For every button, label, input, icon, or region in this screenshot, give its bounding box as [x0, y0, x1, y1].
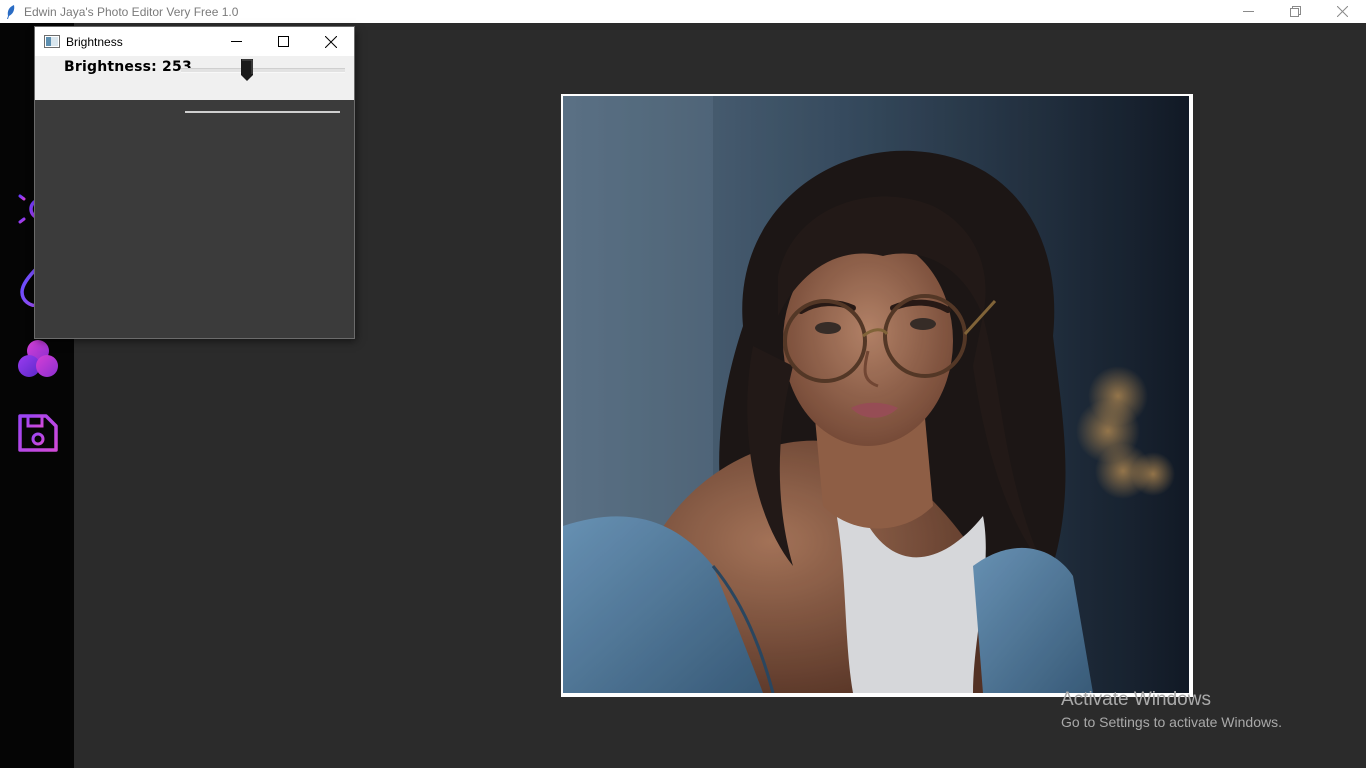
portrait-photo: [563, 96, 1189, 693]
window-icon: [44, 35, 60, 48]
feather-icon: [7, 4, 15, 19]
close-button[interactable]: [1319, 0, 1366, 23]
restore-icon: [1290, 6, 1301, 17]
maximize-icon: [278, 36, 289, 47]
window-controls: [1225, 0, 1366, 23]
color-circles-icon[interactable]: [14, 335, 60, 381]
restore-button[interactable]: [1272, 0, 1319, 23]
brightness-label: Brightness: 253: [64, 59, 192, 75]
app-titlebar: Edwin Jaya's Photo Editor Very Free 1.0: [0, 0, 1366, 23]
edited-photo: [563, 96, 1189, 693]
dialog-controls: [213, 27, 354, 56]
slider-thumb[interactable]: [240, 59, 253, 81]
close-icon: [1337, 6, 1348, 17]
minimize-button[interactable]: [1225, 0, 1272, 23]
brightness-dialog: Brightness Brightness: 253: [35, 27, 354, 338]
app-title: Edwin Jaya's Photo Editor Very Free 1.0: [24, 4, 239, 19]
dialog-titlebar[interactable]: Brightness: [35, 27, 354, 56]
dialog-maximize-button[interactable]: [260, 27, 307, 56]
watermark-subtitle: Go to Settings to activate Windows.: [1061, 714, 1282, 730]
dialog-title: Brightness: [66, 34, 123, 49]
dialog-close-button[interactable]: [307, 27, 354, 56]
minimize-icon: [231, 41, 242, 42]
slider-baseline: [185, 111, 340, 113]
activation-watermark: Activate Windows Go to Settings to activ…: [1061, 689, 1282, 732]
close-icon: [324, 35, 337, 48]
photo-frame: [561, 94, 1193, 697]
minimize-icon: [1243, 11, 1254, 12]
save-icon[interactable]: [14, 410, 60, 456]
brightness-slider[interactable]: [181, 68, 345, 73]
dialog-minimize-button[interactable]: [213, 27, 260, 56]
watermark-title: Activate Windows: [1061, 689, 1211, 710]
brightness-controls: Brightness: 253: [35, 56, 354, 113]
